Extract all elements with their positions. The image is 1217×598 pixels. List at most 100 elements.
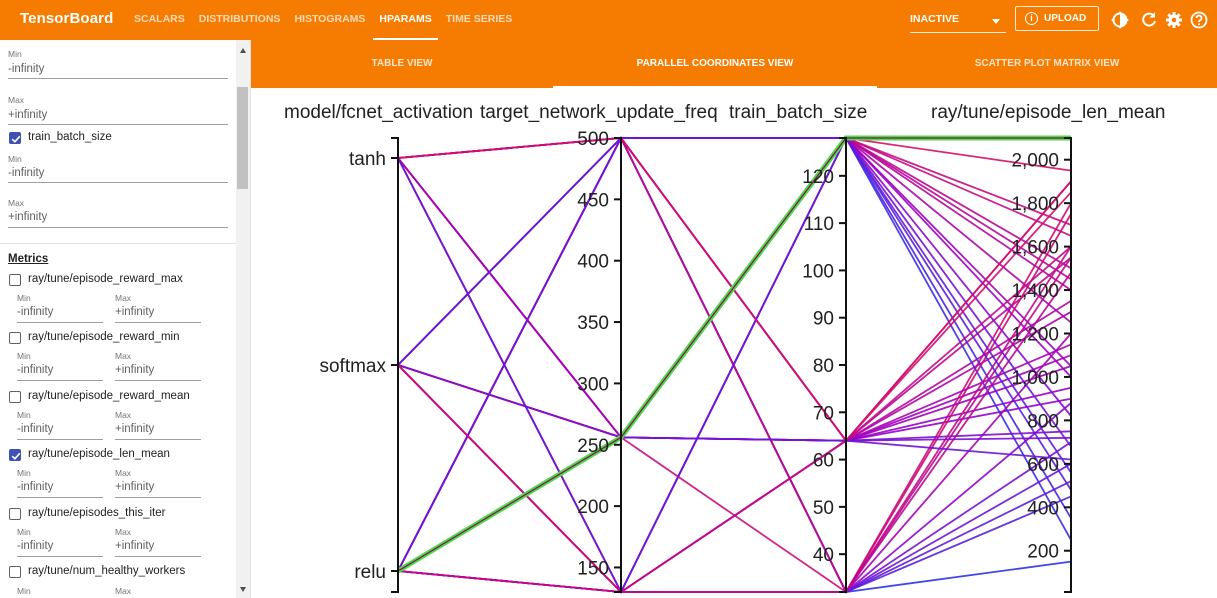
min-label: Min bbox=[17, 351, 31, 361]
run-line[interactable] bbox=[397, 136, 1072, 594]
nav-tab-hparams[interactable]: HPARAMS bbox=[373, 0, 439, 40]
axis-tick-label: 800 bbox=[1027, 411, 1059, 432]
nav-tab-histograms[interactable]: HISTOGRAMS bbox=[294, 0, 365, 40]
min-input[interactable]: -infinity bbox=[17, 423, 53, 435]
axis-tick-label: 450 bbox=[577, 190, 609, 211]
min-input[interactable]: -infinity bbox=[8, 167, 44, 179]
min-input[interactable]: -infinity bbox=[8, 63, 44, 75]
run-selector-value: INACTIVE bbox=[910, 13, 960, 25]
axis-tick-label: 100 bbox=[802, 261, 834, 282]
run-line[interactable] bbox=[397, 272, 1072, 593]
nav-tab-time-series[interactable]: TIME SERIES bbox=[446, 0, 513, 40]
refresh-icon[interactable] bbox=[1139, 10, 1159, 30]
axis-tick-label: tanh bbox=[349, 149, 386, 170]
hparam-checkbox[interactable] bbox=[9, 132, 21, 144]
view-tabs: TABLE VIEW PARALLEL COORDINATES VIEW SCA… bbox=[251, 40, 1217, 88]
max-input[interactable]: +infinity bbox=[8, 211, 47, 223]
min-label: Min bbox=[17, 527, 31, 537]
input-underline bbox=[8, 78, 228, 79]
axis-tick-label: 50 bbox=[813, 498, 834, 519]
metric-checkbox[interactable] bbox=[9, 449, 21, 461]
metrics-heading: Metrics bbox=[8, 253, 49, 265]
axis-tick-label: 1,200 bbox=[1011, 325, 1059, 346]
metric-label: ray/tune/episode_reward_min bbox=[28, 331, 180, 343]
axis-tick-label: 200 bbox=[1027, 542, 1059, 563]
input-underline bbox=[8, 124, 228, 125]
input-underline bbox=[8, 227, 228, 228]
axis-tick-label: 600 bbox=[1027, 455, 1059, 476]
metric-label: ray/tune/episode_reward_max bbox=[28, 273, 183, 285]
axis-title-episode-len-mean: ray/tune/episode_len_mean bbox=[931, 102, 1166, 123]
help-icon[interactable] bbox=[1189, 10, 1209, 30]
run-line[interactable] bbox=[397, 137, 1072, 324]
nav-tab-distributions[interactable]: DISTRIBUTIONS bbox=[199, 0, 281, 40]
run-line[interactable] bbox=[397, 332, 1072, 593]
axis-tick-label: 1,000 bbox=[1011, 368, 1059, 389]
axis-tick-label: 250 bbox=[577, 436, 609, 457]
upload-label: UPLOAD bbox=[1044, 13, 1087, 24]
nav-tab-scalars[interactable]: SCALARS bbox=[134, 0, 185, 40]
input-underline bbox=[115, 380, 201, 381]
input-underline bbox=[17, 556, 103, 557]
metric-checkbox[interactable] bbox=[9, 391, 21, 403]
tab-parallel-coordinates-view[interactable]: PARALLEL COORDINATES VIEW bbox=[553, 40, 877, 88]
max-input[interactable]: +infinity bbox=[8, 109, 47, 121]
scroll-up-arrow-icon[interactable] bbox=[240, 48, 246, 53]
axis-tick-label: 1,800 bbox=[1011, 194, 1059, 215]
input-underline bbox=[17, 497, 103, 498]
axis-title-train-batch-size: train_batch_size bbox=[729, 102, 867, 123]
axis-tick-label: 70 bbox=[813, 403, 834, 424]
input-underline bbox=[115, 497, 201, 498]
input-underline bbox=[115, 439, 201, 440]
max-input[interactable]: +infinity bbox=[115, 306, 154, 318]
nav-tabs: SCALARS DISTRIBUTIONS HISTOGRAMS HPARAMS… bbox=[134, 0, 526, 40]
min-label: Min bbox=[17, 410, 31, 420]
metric-checkbox[interactable] bbox=[9, 274, 21, 286]
metric-item: ray/tune/num_healthy_workers Min Max bbox=[0, 564, 236, 598]
tab-table-view[interactable]: TABLE VIEW bbox=[251, 40, 553, 88]
min-input[interactable]: -infinity bbox=[17, 306, 53, 318]
metric-checkbox[interactable] bbox=[9, 508, 21, 520]
metric-checkbox[interactable] bbox=[9, 332, 21, 344]
section-divider bbox=[0, 243, 236, 244]
max-input[interactable]: +infinity bbox=[115, 540, 154, 552]
metric-item: ray/tune/episode_reward_min Min Max -inf… bbox=[0, 330, 236, 388]
tab-scatter-plot-matrix-view[interactable]: SCATTER PLOT MATRIX VIEW bbox=[877, 40, 1217, 88]
run-line[interactable] bbox=[397, 402, 1072, 593]
run-selector-dropdown[interactable]: INACTIVE bbox=[910, 6, 1006, 33]
axis-title-fcnet-activation: model/fcnet_activation bbox=[284, 102, 473, 123]
axis-tick-label: 1,400 bbox=[1011, 281, 1059, 302]
axis-tick-label: relu bbox=[354, 562, 386, 583]
max-input[interactable]: +infinity bbox=[115, 423, 154, 435]
run-line[interactable] bbox=[397, 311, 1072, 572]
min-input[interactable]: -infinity bbox=[17, 481, 53, 493]
app-toolbar: TensorBoard SCALARS DISTRIBUTIONS HISTOG… bbox=[0, 0, 1217, 40]
theme-icon[interactable] bbox=[1110, 10, 1130, 30]
upload-button[interactable]: i UPLOAD bbox=[1015, 6, 1099, 31]
axis-tick-label: 90 bbox=[813, 309, 834, 330]
dropdown-caret-icon bbox=[992, 19, 1000, 24]
axis-tick-label: 80 bbox=[813, 356, 834, 377]
max-input[interactable]: +infinity bbox=[115, 481, 154, 493]
run-line[interactable] bbox=[397, 137, 1072, 491]
axis-tick-label: 400 bbox=[577, 252, 609, 273]
parallel-coordinates-plot: tanh softmax relu 500 450 400 350 300 250 200 150 1… bbox=[284, 102, 1166, 594]
metric-item: ray/tune/episodes_this_iter Min Max -inf… bbox=[0, 506, 236, 564]
run-line[interactable] bbox=[397, 191, 1072, 594]
input-underline bbox=[115, 556, 201, 557]
scroll-down-arrow-icon[interactable] bbox=[240, 587, 246, 592]
axis-line[interactable] bbox=[614, 137, 622, 593]
input-underline bbox=[17, 380, 103, 381]
settings-icon[interactable] bbox=[1164, 10, 1184, 30]
metric-checkbox[interactable] bbox=[9, 566, 21, 578]
axis-tick-label: 120 bbox=[802, 167, 834, 188]
min-input[interactable]: -infinity bbox=[17, 364, 53, 376]
min-input[interactable]: -infinity bbox=[17, 540, 53, 552]
axis-tick-label: 400 bbox=[1027, 498, 1059, 519]
scrollbar-thumb[interactable] bbox=[237, 87, 248, 189]
check-icon bbox=[11, 135, 21, 143]
run-line[interactable] bbox=[397, 436, 1072, 572]
metric-label: ray/tune/episode_len_mean bbox=[28, 448, 170, 460]
max-input[interactable]: +infinity bbox=[115, 364, 154, 376]
metric-label: ray/tune/episode_reward_mean bbox=[28, 390, 190, 402]
